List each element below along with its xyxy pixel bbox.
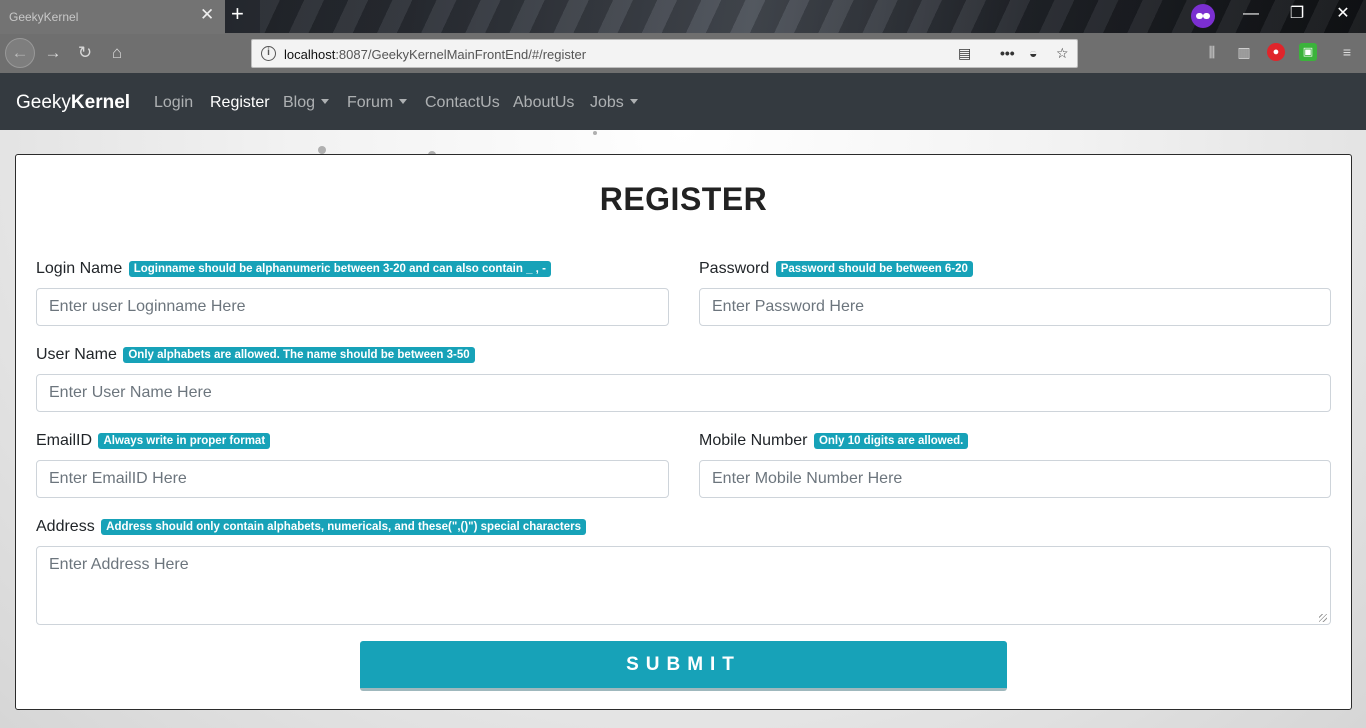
- minimize-button[interactable]: —: [1241, 6, 1261, 22]
- password-label: Password Password should be between 6-20: [699, 260, 973, 278]
- menu-icon[interactable]: ≡: [1338, 43, 1356, 61]
- adblock-icon[interactable]: ●: [1267, 43, 1285, 61]
- url-bar[interactable]: i localhost:8087/GeekyKernelMainFrontEnd…: [251, 39, 1078, 68]
- reader-view-icon[interactable]: ▤: [958, 45, 971, 62]
- private-browsing-icon: [1191, 4, 1215, 28]
- url-text: localhost:8087/GeekyKernelMainFrontEnd/#…: [284, 47, 587, 62]
- pocket-icon[interactable]: ◒: [1029, 45, 1037, 61]
- login-name-input[interactable]: [36, 288, 669, 326]
- back-arrow-icon[interactable]: ←: [5, 38, 35, 68]
- mobile-label: Mobile Number Only 10 digits are allowed…: [699, 432, 969, 450]
- nav-contactus[interactable]: ContactUs: [425, 94, 500, 112]
- user-name-label: User Name Only alphabets are allowed. Th…: [36, 346, 475, 364]
- address-textarea[interactable]: [36, 546, 1331, 625]
- email-hint-badge: Always write in proper format: [98, 433, 271, 449]
- nav-jobs[interactable]: Jobs: [590, 94, 638, 112]
- login-name-label: Login Name Loginname should be alphanume…: [36, 260, 551, 278]
- forward-arrow-icon[interactable]: →: [40, 40, 66, 66]
- home-icon[interactable]: ⌂: [104, 40, 130, 66]
- resize-grip-icon[interactable]: [1319, 614, 1327, 622]
- decorative-dot: [593, 131, 597, 135]
- tab-close-icon[interactable]: ✕: [200, 6, 214, 23]
- address-hint-badge: Address should only contain alphabets, n…: [101, 519, 587, 535]
- nav-aboutus[interactable]: AboutUs: [513, 94, 574, 112]
- chevron-down-icon: [321, 99, 330, 104]
- chevron-down-icon: [629, 99, 638, 104]
- page-actions-icon[interactable]: •••: [1000, 45, 1015, 61]
- submit-button[interactable]: SUBMIT: [360, 641, 1007, 691]
- decorative-dot: [318, 146, 326, 154]
- nav-blog[interactable]: Blog: [283, 94, 330, 112]
- library-icon[interactable]: ⫼: [1203, 43, 1221, 61]
- user-name-hint-badge: Only alphabets are allowed. The name sho…: [123, 347, 475, 363]
- email-label: EmailID Always write in proper format: [36, 432, 271, 450]
- mobile-hint-badge: Only 10 digits are allowed.: [813, 433, 969, 449]
- new-tab-button[interactable]: +: [231, 3, 244, 25]
- user-name-input[interactable]: [36, 374, 1331, 412]
- nav-login[interactable]: Login: [154, 94, 193, 112]
- login-name-hint-badge: Loginname should be alphanumeric between…: [128, 261, 551, 277]
- nav-forum[interactable]: Forum: [347, 94, 408, 112]
- browser-toolbar: ← → ↻ ⌂ i localhost:8087/GeekyKernelMain…: [0, 33, 1366, 73]
- browser-tab[interactable]: GeekyKernel ✕: [0, 0, 225, 34]
- password-input[interactable]: [699, 288, 1331, 326]
- register-card: REGISTER Login Name Loginname should be …: [15, 154, 1352, 710]
- brand-logo[interactable]: GeekyKernel: [16, 92, 130, 114]
- nav-register[interactable]: Register: [210, 94, 270, 112]
- print-extension-icon[interactable]: ▣: [1299, 43, 1317, 61]
- address-label: Address Address should only contain alph…: [36, 518, 587, 536]
- bookmark-star-icon[interactable]: ☆: [1056, 45, 1069, 62]
- restore-button[interactable]: ❐: [1287, 6, 1307, 22]
- site-info-icon[interactable]: i: [261, 46, 276, 61]
- window-close-button[interactable]: ✕: [1333, 6, 1353, 22]
- reload-icon[interactable]: ↻: [72, 40, 98, 66]
- chevron-down-icon: [399, 99, 408, 104]
- mobile-input[interactable]: [699, 460, 1331, 498]
- tab-title: GeekyKernel: [9, 10, 79, 24]
- page-title: REGISTER: [599, 181, 768, 217]
- site-navbar: GeekyKernel Login Register Blog Forum Co…: [0, 73, 1366, 130]
- sidebar-icon[interactable]: ▥: [1235, 43, 1253, 61]
- password-hint-badge: Password should be between 6-20: [775, 261, 973, 277]
- email-input[interactable]: [36, 460, 669, 498]
